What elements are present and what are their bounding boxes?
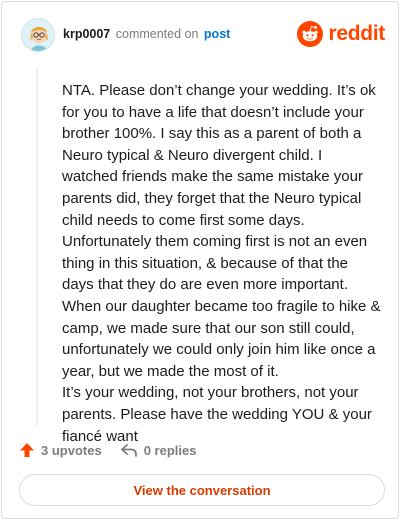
reddit-wordmark: reddit xyxy=(328,22,385,45)
reddit-logo-icon xyxy=(297,21,324,47)
comment-body: NTA. Please don’t change your wedding. I… xyxy=(62,80,382,447)
comment-actions: 3 upvotes 0 replies xyxy=(19,440,196,460)
view-conversation-button[interactable]: View the conversation xyxy=(19,474,385,506)
comment-paragraph: NTA. Please don’t change your wedding. I… xyxy=(62,82,381,380)
post-link[interactable]: post xyxy=(204,27,230,41)
upvote-button[interactable]: 3 upvotes xyxy=(19,442,102,458)
avatar-illustration xyxy=(22,19,54,51)
byline-verb: commented on xyxy=(115,27,199,41)
byline: krp0007 commented on post xyxy=(63,27,230,41)
comment-header: krp0007 commented on post reddit xyxy=(19,18,385,52)
comment-card: krp0007 commented on post reddit NTA. Pl… xyxy=(1,1,399,519)
reply-button[interactable]: 0 replies xyxy=(120,442,197,458)
comment-paragraph: It’s your wedding, not your brothers, no… xyxy=(62,384,372,445)
reddit-logo[interactable]: reddit xyxy=(297,21,385,47)
reply-arrow-icon xyxy=(120,444,137,457)
reply-count: 0 replies xyxy=(143,442,197,458)
upvote-count: 3 upvotes xyxy=(41,442,102,458)
thread-line[interactable] xyxy=(36,68,38,426)
username[interactable]: krp0007 xyxy=(63,27,110,41)
upvote-arrow-icon xyxy=(20,443,34,457)
avatar[interactable] xyxy=(21,18,55,52)
